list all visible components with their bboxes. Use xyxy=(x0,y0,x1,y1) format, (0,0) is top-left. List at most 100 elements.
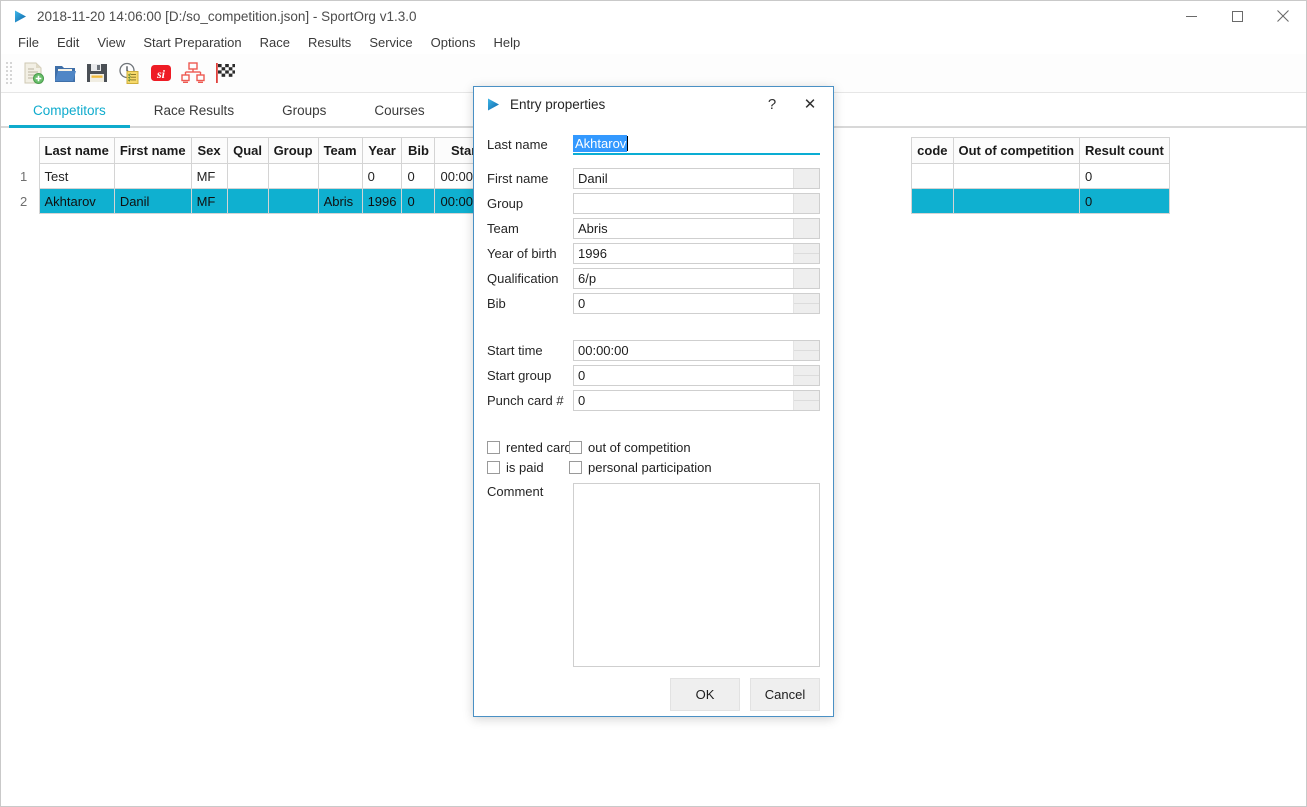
cell-out-of-competition[interactable] xyxy=(953,189,1080,214)
spinner-down-icon[interactable] xyxy=(794,254,819,263)
cell-qual[interactable] xyxy=(227,164,268,189)
spinner-down-icon[interactable] xyxy=(794,351,819,360)
cell-team[interactable] xyxy=(318,164,362,189)
bib-control[interactable]: 0 xyxy=(573,293,820,314)
checkbox-icon[interactable] xyxy=(569,461,582,474)
year-of-birth-spinbox[interactable]: 1996 xyxy=(573,243,820,264)
spinner-up-icon[interactable] xyxy=(794,391,819,401)
start-preparation-button[interactable] xyxy=(114,58,144,88)
cell-code[interactable] xyxy=(912,189,953,214)
column-header-result-count[interactable]: Result count xyxy=(1080,138,1170,164)
team-control[interactable]: Abris xyxy=(573,218,820,239)
finish-button[interactable] xyxy=(210,58,240,88)
punch-card-spinbox[interactable]: 0 xyxy=(573,390,820,411)
close-icon[interactable]: ✕ xyxy=(791,89,829,119)
spinner-buttons[interactable] xyxy=(793,366,819,385)
cell-team[interactable]: Abris xyxy=(318,189,362,214)
column-header-out-of-competition[interactable]: Out of competition xyxy=(953,138,1080,164)
help-button[interactable]: ? xyxy=(753,89,791,119)
cell-result-count[interactable]: 0 xyxy=(1080,189,1170,214)
spinner-up-icon[interactable] xyxy=(794,294,819,304)
cell-result-count[interactable]: 0 xyxy=(1080,164,1170,189)
menu-item-race[interactable]: Race xyxy=(251,32,299,53)
menu-item-service[interactable]: Service xyxy=(360,32,421,53)
menu-item-edit[interactable]: Edit xyxy=(48,32,88,53)
spinner-buttons[interactable] xyxy=(793,391,819,410)
first-name-control[interactable]: Danil xyxy=(573,168,820,189)
spinner-buttons[interactable] xyxy=(793,294,819,313)
chevron-down-icon[interactable] xyxy=(793,219,819,238)
spinner-down-icon[interactable] xyxy=(794,401,819,410)
column-header-bib[interactable]: Bib xyxy=(402,138,435,164)
qualification-control[interactable]: 6/p xyxy=(573,268,820,289)
tab-competitors[interactable]: Competitors xyxy=(9,95,130,126)
last-name-control[interactable]: Akhtarov xyxy=(573,134,820,155)
save-button[interactable] xyxy=(82,58,112,88)
sportident-button[interactable]: si xyxy=(146,58,176,88)
tab-courses[interactable]: Courses xyxy=(350,95,448,126)
cell-first-name[interactable]: Danil xyxy=(114,189,191,214)
cell-bib[interactable]: 0 xyxy=(402,164,435,189)
checkbox-icon[interactable] xyxy=(487,461,500,474)
chevron-down-icon[interactable] xyxy=(793,169,819,188)
start-group-spinbox[interactable]: 0 xyxy=(573,365,820,386)
ok-button[interactable]: OK xyxy=(670,678,740,711)
cell-group[interactable] xyxy=(268,164,318,189)
column-header-code[interactable]: code xyxy=(912,138,953,164)
start-time-spinbox[interactable]: 00:00:00 xyxy=(573,340,820,361)
new-file-button[interactable] xyxy=(18,58,48,88)
first-name-combobox[interactable]: Danil xyxy=(573,168,820,189)
checkbox-rented-card[interactable]: rented card xyxy=(487,440,569,455)
spinner-up-icon[interactable] xyxy=(794,366,819,376)
cell-first-name[interactable] xyxy=(114,164,191,189)
toolbar-drag-handle[interactable] xyxy=(4,60,13,86)
group-combobox[interactable] xyxy=(573,193,820,214)
menu-item-options[interactable]: Options xyxy=(422,32,485,53)
menu-item-start-preparation[interactable]: Start Preparation xyxy=(134,32,250,53)
spinner-down-icon[interactable] xyxy=(794,304,819,313)
team-combobox[interactable]: Abris xyxy=(573,218,820,239)
column-header-year[interactable]: Year xyxy=(362,138,402,164)
spinner-up-icon[interactable] xyxy=(794,341,819,351)
cell-sex[interactable]: MF xyxy=(191,164,227,189)
cell-qual[interactable] xyxy=(227,189,268,214)
year-of-birth-control[interactable]: 1996 xyxy=(573,243,820,264)
spinner-buttons[interactable] xyxy=(793,341,819,360)
checkbox-out-of-competition[interactable]: out of competition xyxy=(569,440,691,455)
tab-groups[interactable]: Groups xyxy=(258,95,350,126)
checkbox-icon[interactable] xyxy=(569,441,582,454)
cell-group[interactable] xyxy=(268,189,318,214)
spinner-down-icon[interactable] xyxy=(794,376,819,385)
column-header-qual[interactable]: Qual xyxy=(227,138,268,164)
group-control[interactable] xyxy=(573,193,820,214)
cell-last-name[interactable]: Akhtarov xyxy=(39,189,114,214)
network-button[interactable] xyxy=(178,58,208,88)
spinner-up-icon[interactable] xyxy=(794,244,819,254)
start-time-control[interactable]: 00:00:00 xyxy=(573,340,820,361)
punch-card-control[interactable]: 0 xyxy=(573,390,820,411)
close-button[interactable] xyxy=(1260,1,1306,31)
column-header-group[interactable]: Group xyxy=(268,138,318,164)
column-header-first-name[interactable]: First name xyxy=(114,138,191,164)
cell-year[interactable]: 0 xyxy=(362,164,402,189)
column-header-sex[interactable]: Sex xyxy=(191,138,227,164)
last-name-input[interactable]: Akhtarov xyxy=(573,134,820,155)
cell-out-of-competition[interactable] xyxy=(953,164,1080,189)
cell-bib[interactable]: 0 xyxy=(402,189,435,214)
tab-race-results[interactable]: Race Results xyxy=(130,95,258,126)
maximize-button[interactable] xyxy=(1214,1,1260,31)
checkbox-personal-participation[interactable]: personal participation xyxy=(569,460,712,475)
column-header-last-name[interactable]: ⌄ Last name xyxy=(39,138,114,164)
menu-item-results[interactable]: Results xyxy=(299,32,360,53)
start-group-control[interactable]: 0 xyxy=(573,365,820,386)
cancel-button[interactable]: Cancel xyxy=(750,678,820,711)
bib-spinbox[interactable]: 0 xyxy=(573,293,820,314)
qualification-combobox[interactable]: 6/p xyxy=(573,268,820,289)
column-header-team[interactable]: Team xyxy=(318,138,362,164)
chevron-down-icon[interactable] xyxy=(793,269,819,288)
cell-year[interactable]: 1996 xyxy=(362,189,402,214)
comment-textarea[interactable] xyxy=(573,483,820,667)
cell-code[interactable] xyxy=(912,164,953,189)
menu-item-view[interactable]: View xyxy=(88,32,134,53)
checkbox-is-paid[interactable]: is paid xyxy=(487,460,569,475)
